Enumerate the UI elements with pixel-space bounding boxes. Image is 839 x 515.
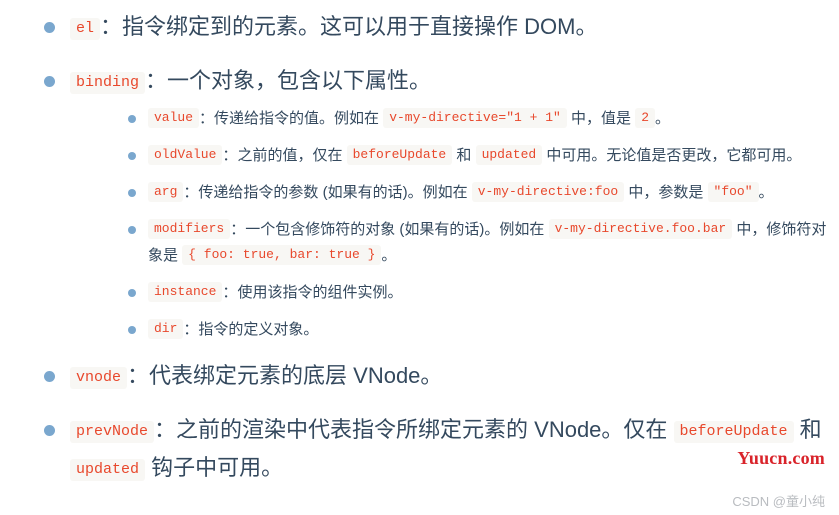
inline-text: 之前的值，仅在 bbox=[237, 147, 347, 164]
bullet-icon bbox=[44, 76, 55, 87]
watermark-primary: Yuucn.com bbox=[737, 448, 825, 468]
colon-el: ： bbox=[100, 14, 123, 39]
colon-vnode: ： bbox=[127, 363, 150, 388]
inline-text: 中，参数是 bbox=[624, 184, 708, 201]
bullet-icon bbox=[128, 326, 136, 334]
colon-oldvalue: ： bbox=[222, 147, 238, 164]
text-dir: 指令的定义对象。 bbox=[198, 321, 318, 338]
code-chip-vnode: vnode bbox=[70, 367, 128, 389]
inline-code-chip: beforeUpdate bbox=[673, 421, 794, 443]
inline-code-chip: beforeUpdate bbox=[346, 145, 453, 165]
inline-text: 传递给指令的参数 (如果有的话)。例如在 bbox=[198, 184, 472, 201]
inline-text: 中，值是 bbox=[566, 110, 636, 127]
code-chip-binding: binding bbox=[70, 72, 146, 94]
colon-instance: ： bbox=[222, 284, 238, 301]
list-item-instance: instance ：使用该指令的组件实例。 bbox=[122, 280, 831, 306]
colon-binding: ： bbox=[145, 68, 168, 93]
list-item-arg: arg ：传递给指令的参数 (如果有的话)。例如在 v-my-directive:… bbox=[122, 180, 831, 206]
code-chip-oldvalue: oldValue bbox=[148, 145, 223, 165]
inline-text: 。 bbox=[758, 184, 774, 201]
inline-code-chip: v-my-directive.foo.bar bbox=[548, 219, 733, 239]
colon-value: ： bbox=[199, 110, 215, 127]
binding-properties-list: value ：传递给指令的值。例如在 v-my-directive="1 + 1"… bbox=[70, 106, 831, 343]
inline-text: 。 bbox=[655, 110, 671, 127]
inline-code-chip: updated bbox=[70, 459, 146, 481]
text-oldvalue: 之前的值，仅在 beforeUpdate 和 updated 中可用。无论值是否… bbox=[237, 145, 802, 165]
inline-text: 指令的定义对象。 bbox=[198, 321, 319, 338]
bullet-icon bbox=[128, 115, 136, 123]
text-instance: 使用该指令的组件实例。 bbox=[237, 284, 402, 301]
code-chip-modifiers: modifiers bbox=[148, 219, 231, 239]
inline-text: 之前的渲染中代表指令所绑定元素的 VNode。仅在 bbox=[176, 417, 674, 442]
inline-code-chip: 2 bbox=[635, 108, 655, 128]
inline-text: 传递给指令的值。例如在 bbox=[214, 110, 384, 127]
inline-text: 。 bbox=[381, 247, 397, 264]
code-chip-arg: arg bbox=[148, 182, 184, 202]
colon-modifiers: ： bbox=[230, 221, 246, 238]
inline-code-chip: v-my-directive="1 + 1" bbox=[383, 108, 567, 128]
inline-code-chip: "foo" bbox=[707, 182, 759, 202]
inline-text: 和 bbox=[452, 147, 476, 164]
hook-arguments-list: el ：指令绑定到的元素。这可以用于直接操作 DOM。 binding ：一个对象，… bbox=[36, 10, 831, 489]
bullet-icon bbox=[128, 189, 136, 197]
text-el: 指令绑定到的元素。这可以用于直接操作 DOM。 bbox=[122, 14, 598, 39]
text-prevnode: 之前的渲染中代表指令所绑定元素的 VNode。仅在 beforeUpdate 和… bbox=[70, 417, 822, 481]
inline-text: 使用该指令的组件实例。 bbox=[237, 284, 403, 301]
colon-prevnode: ： bbox=[154, 417, 177, 442]
bullet-icon bbox=[128, 152, 136, 160]
text-binding: 一个对象，包含以下属性。 bbox=[167, 68, 432, 93]
bullet-icon bbox=[128, 289, 136, 297]
inline-code-chip: { foo: true, bar: true } bbox=[182, 245, 382, 265]
bullet-icon bbox=[44, 22, 55, 33]
bullet-icon bbox=[44, 425, 55, 436]
text-arg: 传递给指令的参数 (如果有的话)。例如在 v-my-directive:foo … bbox=[198, 182, 774, 202]
code-chip-el: el bbox=[70, 18, 101, 40]
code-chip-dir: dir bbox=[148, 319, 184, 339]
inline-text: 钩子中可用。 bbox=[145, 455, 284, 480]
list-item-el: el ：指令绑定到的元素。这可以用于直接操作 DOM。 bbox=[36, 10, 831, 48]
list-item-value: value ：传递给指令的值。例如在 v-my-directive="1 + 1"… bbox=[122, 106, 831, 132]
list-item-modifiers: modifiers ：一个包含修饰符的对象 (如果有的话)。例如在 v-my-di… bbox=[122, 217, 831, 269]
code-chip-value: value bbox=[148, 108, 200, 128]
list-item-vnode: vnode ：代表绑定元素的底层 VNode。 bbox=[36, 359, 831, 397]
watermark-secondary: CSDN @童小纯 bbox=[732, 494, 825, 509]
inline-code-chip: v-my-directive:foo bbox=[471, 182, 625, 202]
inline-text: 中可用。无论值是否更改，它都可用。 bbox=[542, 147, 802, 164]
inline-code-chip: updated bbox=[475, 145, 543, 165]
colon-dir: ： bbox=[183, 321, 199, 338]
bullet-icon bbox=[44, 371, 55, 382]
text-modifiers: 一个包含修饰符的对象 (如果有的话)。例如在 v-my-directive.fo… bbox=[148, 219, 826, 265]
text-vnode: 代表绑定元素的底层 VNode。 bbox=[149, 363, 443, 388]
inline-text: 一个包含修饰符的对象 (如果有的话)。例如在 bbox=[245, 221, 549, 238]
code-chip-instance: instance bbox=[148, 282, 223, 302]
colon-arg: ： bbox=[183, 184, 199, 201]
list-item-dir: dir ：指令的定义对象。 bbox=[122, 317, 831, 343]
list-item-prevnode: prevNode ：之前的渲染中代表指令所绑定元素的 VNode。仅在 befor… bbox=[36, 413, 831, 489]
list-item-oldvalue: oldValue ：之前的值，仅在 beforeUpdate 和 updated … bbox=[122, 143, 831, 169]
article-body: el ：指令绑定到的元素。这可以用于直接操作 DOM。 binding ：一个对象，… bbox=[0, 0, 839, 515]
text-value: 传递给指令的值。例如在 v-my-directive="1 + 1" 中，值是 … bbox=[214, 108, 671, 128]
list-item-binding: binding ：一个对象，包含以下属性。 value ：传递给指令的值。例如在 v… bbox=[36, 64, 831, 343]
bullet-icon bbox=[128, 226, 136, 234]
inline-text: 和 bbox=[793, 417, 822, 442]
code-chip-prevnode: prevNode bbox=[70, 421, 155, 443]
